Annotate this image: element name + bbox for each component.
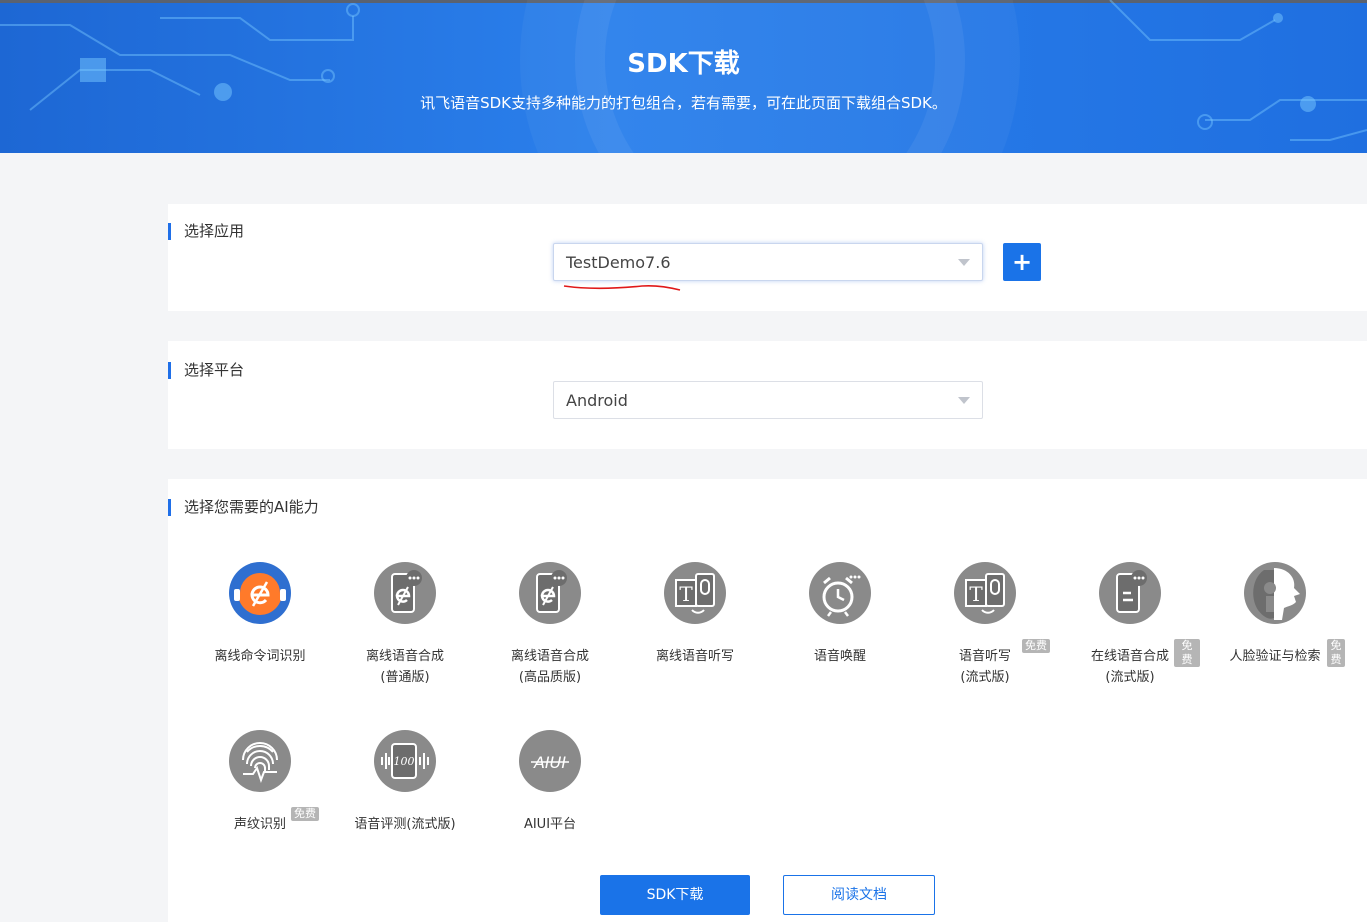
ability-label: 离线命令词识别 [214, 649, 306, 664]
ability-label: 语音唤醒 [813, 649, 866, 664]
section-title-platform: 选择平台 [168, 362, 244, 379]
section-title-app: 选择应用 [168, 223, 244, 240]
caret-down-icon [958, 397, 970, 404]
ability-speech-eval[interactable]: 100 语音评测(流式版) [335, 730, 475, 835]
ability-label: AIUI平台 [523, 817, 577, 832]
ability-face-verify[interactable]: 人脸验证与检索 免费 [1205, 562, 1345, 667]
svg-text:T: T [969, 582, 983, 606]
sdk-download-button[interactable]: SDK下载 [600, 875, 750, 915]
svg-text:100: 100 [394, 755, 415, 768]
ability-label: 离线语音听写 [655, 649, 734, 664]
dictation-stream-icon: T [954, 562, 1016, 624]
svg-text:T: T [679, 582, 693, 606]
ability-label: 离线语音合成 (普通版) [365, 649, 444, 685]
ability-offline-command[interactable]: 离线命令词识别 [190, 562, 330, 667]
read-docs-button[interactable]: 阅读文档 [783, 875, 935, 915]
free-badge: 免费 [1327, 639, 1345, 667]
page-title: SDK下载 [627, 49, 740, 79]
add-app-button[interactable]: + [1003, 243, 1041, 281]
speech-eval-icon: 100 [374, 730, 436, 792]
free-badge: 免费 [1174, 639, 1200, 667]
select-ai-section: 选择您需要的AI能力 [168, 479, 1367, 922]
offline-tts-icon [374, 562, 436, 624]
free-badge: 免费 [291, 807, 319, 821]
offline-command-icon [229, 562, 291, 624]
select-platform-section: 选择平台 Android [168, 341, 1367, 449]
select-app-section: 选择应用 TestDemo7.6 + [168, 204, 1367, 311]
ability-dictation-stream[interactable]: T 语音听写 (流式版) 免费 [915, 562, 1055, 688]
aiui-icon: AIUI [519, 730, 581, 792]
face-verify-icon [1244, 562, 1306, 624]
ability-offline-dictation[interactable]: T 离线语音听写 [625, 562, 765, 667]
free-badge: 免费 [1022, 639, 1050, 653]
ability-offline-tts[interactable]: 离线语音合成 (普通版) [335, 562, 475, 688]
ability-label: 离线语音合成 (高品质版) [510, 649, 589, 685]
voiceprint-icon [229, 730, 291, 792]
page-subtitle: 讯飞语音SDK支持多种能力的打包组合，若有需要，可在此页面下载组合SDK。 [420, 94, 947, 112]
app-select[interactable]: TestDemo7.6 [553, 243, 983, 281]
page-banner: SDK下载 讯飞语音SDK支持多种能力的打包组合，若有需要，可在此页面下载组合S… [0, 0, 1367, 153]
ability-wakeup[interactable]: 语音唤醒 [770, 562, 910, 667]
ability-online-tts[interactable]: 在线语音合成 (流式版) 免费 [1060, 562, 1200, 688]
platform-select-value: Android [566, 391, 628, 410]
offline-tts-hq-icon [519, 562, 581, 624]
wakeup-icon [809, 562, 871, 624]
online-tts-icon [1099, 562, 1161, 624]
platform-select[interactable]: Android [553, 381, 983, 419]
caret-down-icon [958, 259, 970, 266]
ability-aiui[interactable]: AIUI AIUI平台 [480, 730, 620, 835]
ability-label: 人脸验证与检索 [1229, 649, 1321, 664]
ability-label: 语音评测(流式版) [354, 817, 456, 832]
red-underline-annotation [563, 285, 681, 291]
section-title-ai: 选择您需要的AI能力 [168, 499, 319, 516]
ability-voiceprint[interactable]: 声纹识别 免费 [190, 730, 330, 835]
offline-dictation-icon: T [664, 562, 726, 624]
app-select-value: TestDemo7.6 [566, 253, 671, 272]
ability-offline-tts-hq[interactable]: 离线语音合成 (高品质版) [480, 562, 620, 688]
